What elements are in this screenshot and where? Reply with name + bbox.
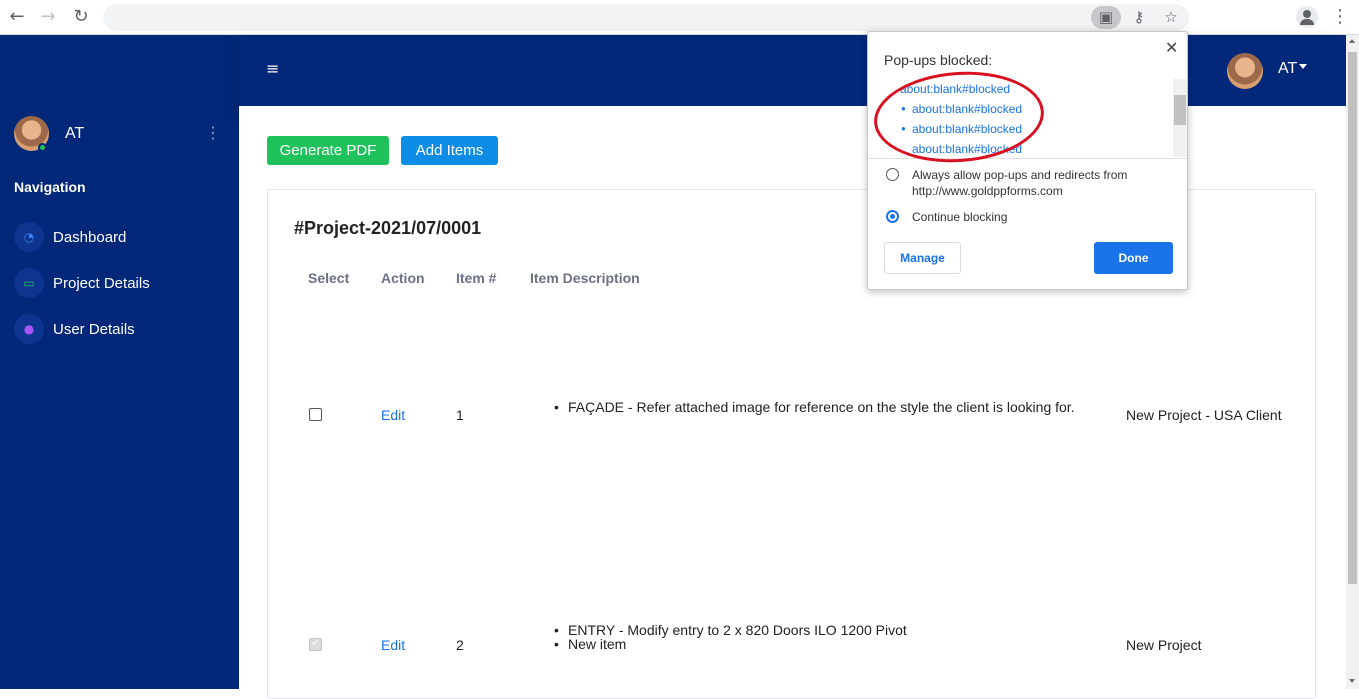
hamburger-menu-icon[interactable]: ≡: [266, 59, 279, 78]
sidebar-item-label: User Details: [53, 321, 135, 338]
browser-toolbar: ← → ↻ ▣ ⚷ ☆ ⋮: [0, 0, 1359, 35]
online-status-icon: [38, 143, 47, 152]
generate-pdf-button[interactable]: Generate PDF: [267, 136, 389, 165]
always-allow-label[interactable]: Always allow pop-ups and redirects from …: [912, 167, 1172, 199]
manage-button[interactable]: Manage: [884, 242, 961, 274]
sidebar-item-project-details[interactable]: ▭ Project Details: [14, 268, 224, 298]
sidebar-item-dashboard[interactable]: ◔ Dashboard: [14, 222, 224, 252]
popup-title: Pop-ups blocked:: [884, 52, 993, 68]
laptop-icon: ▭: [14, 268, 44, 298]
sidebar-item-user-details[interactable]: ● User Details: [14, 314, 224, 344]
item-description: FAÇADE - Refer attached image for refere…: [554, 400, 1075, 414]
description-line: FAÇADE - Refer attached image for refere…: [554, 400, 1075, 414]
popup-blocked-icon[interactable]: ▣: [1091, 6, 1121, 29]
done-button[interactable]: Done: [1094, 242, 1173, 274]
star-icon[interactable]: ☆: [1156, 6, 1186, 29]
scroll-thumb[interactable]: [1348, 52, 1357, 584]
item-description: ENTRY - Modify entry to 2 x 820 Doors IL…: [554, 623, 907, 651]
chevron-down-icon[interactable]: [1299, 64, 1307, 69]
close-icon[interactable]: ✕: [1165, 38, 1178, 57]
scroll-up-icon[interactable]: [1349, 39, 1355, 43]
back-arrow-icon[interactable]: ←: [6, 6, 28, 28]
always-allow-radio[interactable]: [886, 168, 899, 181]
dashboard-icon: ◔: [14, 222, 44, 252]
forward-arrow-icon[interactable]: →: [37, 6, 59, 28]
sidebar-item-label: Project Details: [53, 275, 150, 292]
column-header-select: Select: [308, 270, 350, 286]
popup-list-scroll-thumb[interactable]: [1174, 95, 1186, 125]
edit-link[interactable]: Edit: [381, 637, 405, 653]
column-header-action: Action: [381, 270, 425, 286]
header-user-name[interactable]: AT: [1278, 60, 1297, 78]
popup-list-scrollbar[interactable]: [1173, 79, 1187, 157]
reload-icon[interactable]: ↻: [70, 6, 92, 28]
popup-blocked-dialog: ✕ Pop-ups blocked: about:blank#blocked ●…: [867, 31, 1188, 290]
sidebar: AT ⋮ Navigation ◔ Dashboard ▭ Project De…: [0, 35, 239, 689]
profile-icon[interactable]: [1296, 6, 1318, 28]
sidebar-user-name: AT: [65, 125, 85, 142]
continue-blocking-radio[interactable]: [886, 210, 899, 223]
project-name: New Project - USA Client: [1126, 407, 1282, 423]
row-checkbox[interactable]: [309, 408, 322, 421]
continue-blocking-label[interactable]: Continue blocking: [912, 209, 1172, 225]
item-number: 1: [456, 407, 464, 423]
project-name: New Project: [1126, 637, 1202, 653]
description-line: New item: [554, 637, 907, 651]
user-icon: ●: [14, 314, 44, 344]
description-line: ENTRY - Modify entry to 2 x 820 Doors IL…: [554, 623, 907, 637]
sidebar-options-icon[interactable]: ⋮: [205, 123, 221, 142]
column-header-description: Item Description: [530, 270, 640, 286]
project-title: #Project-2021/07/0001: [294, 218, 482, 238]
row-checkbox[interactable]: [309, 636, 322, 651]
add-items-button[interactable]: Add Items: [401, 136, 498, 165]
scroll-down-icon[interactable]: [1349, 679, 1355, 683]
key-icon[interactable]: ⚷: [1124, 6, 1154, 29]
page-scrollbar[interactable]: [1346, 35, 1359, 689]
kebab-menu-icon[interactable]: ⋮: [1331, 6, 1349, 28]
nav-heading: Navigation: [14, 179, 86, 195]
column-header-item-no: Item #: [456, 270, 497, 286]
item-number: 2: [456, 637, 464, 653]
sidebar-item-label: Dashboard: [53, 229, 127, 246]
edit-link[interactable]: Edit: [381, 407, 405, 423]
header-avatar[interactable]: [1227, 53, 1263, 89]
address-bar[interactable]: ▣ ⚷ ☆: [103, 4, 1189, 31]
